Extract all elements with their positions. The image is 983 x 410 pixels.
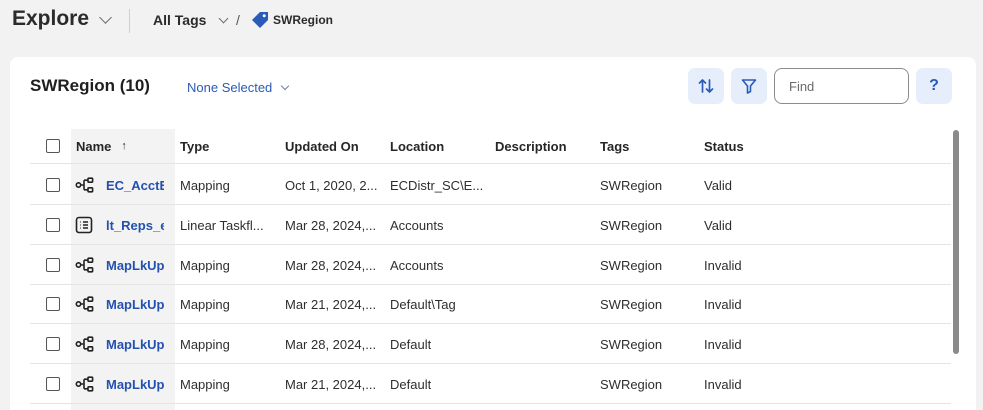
column-header-status[interactable]: Status	[704, 129, 744, 163]
row-checkbox[interactable]	[46, 218, 60, 232]
table-header: Name ↑ Type Updated On Location Descript…	[30, 129, 951, 164]
column-header-type[interactable]: Type	[180, 129, 209, 163]
mapping-icon	[75, 284, 95, 324]
row-checkbox[interactable]	[46, 258, 60, 272]
cell-type: Mapping	[180, 336, 230, 352]
cell-type: Mapping	[180, 296, 230, 312]
explore-menu[interactable]: Explore	[12, 7, 112, 31]
cell-tags: SWRegion	[600, 336, 663, 352]
cell-type: Mapping	[180, 177, 230, 193]
cell-updated: Oct 1, 2020, 2...	[285, 177, 378, 193]
cell-tags: SWRegion	[600, 257, 663, 273]
asset-name-link[interactable]: MapLkUp:	[106, 364, 164, 404]
column-header-updated[interactable]: Updated On	[285, 129, 359, 163]
column-header-name[interactable]: Name ↑	[76, 129, 127, 163]
table-row[interactable]: MapLkUp: Mapping Mar 28, 2024,... Accounts S…	[30, 245, 951, 285]
row-checkbox-cell	[46, 284, 60, 324]
filter-icon	[741, 79, 757, 94]
mapping-icon	[75, 364, 95, 404]
cell-location: Default	[390, 376, 432, 392]
cell-location: Accounts	[390, 217, 444, 233]
cell-type: Linear Taskfl...	[180, 217, 264, 233]
cell-status: Invalid	[704, 336, 742, 352]
cell-status: Valid	[704, 217, 732, 233]
help-icon: ?	[929, 77, 939, 94]
row-checkbox-cell	[46, 364, 60, 404]
breadcrumb-current-label: SWRegion	[273, 13, 333, 27]
sort-button[interactable]	[688, 68, 724, 104]
explore-title: Explore	[12, 7, 90, 30]
top-bar: Explore All Tags / SWRegion	[0, 0, 983, 44]
sort-icon	[698, 79, 714, 93]
cell-tags: SWRegion	[600, 376, 663, 392]
cell-updated: Mar 28, 2024,...	[285, 217, 377, 233]
cell-location: Default	[390, 336, 432, 352]
breadcrumb-all-tags-label: All Tags	[153, 12, 207, 28]
vertical-scrollbar[interactable]	[953, 130, 959, 354]
cell-tags: SWRegion	[600, 217, 663, 233]
select-all-checkbox[interactable]	[46, 139, 60, 153]
column-header-name-label: Name	[76, 138, 112, 154]
cell-type: Mapping	[180, 376, 230, 392]
taskflow-icon	[75, 205, 93, 245]
cell-status: Invalid	[704, 296, 742, 312]
table-row[interactable]: EC_AcctE: Mapping Oct 1, 2020, 2... ECDistr…	[30, 165, 951, 205]
mapping-icon	[75, 165, 95, 205]
asset-name-link[interactable]: MapLkUp:	[106, 324, 164, 364]
column-header-tags[interactable]: Tags	[600, 129, 629, 163]
row-checkbox[interactable]	[46, 178, 60, 192]
table-row[interactable]: lt_Reps_ea Linear Taskfl... Mar 28, 2024,.…	[30, 205, 951, 245]
selection-dropdown[interactable]: None Selected	[187, 80, 290, 95]
row-checkbox-cell	[46, 165, 60, 205]
table-row[interactable]: MapLkUp: Mapping Mar 28, 2024,... Default SW…	[30, 324, 951, 364]
tag-icon	[252, 12, 268, 28]
mapping-icon	[75, 324, 95, 364]
row-checkbox[interactable]	[46, 337, 60, 351]
cell-updated: Mar 28, 2024,...	[285, 257, 377, 273]
cell-updated: Mar 21, 2024,...	[285, 296, 377, 312]
row-checkbox[interactable]	[46, 377, 60, 391]
chevron-down-icon	[281, 81, 290, 91]
table-row[interactable]: MapLkUp: Mapping Mar 21, 2024,... Default\T…	[30, 284, 951, 324]
breadcrumb-separator: /	[236, 12, 240, 28]
cell-tags: SWRegion	[600, 296, 663, 312]
select-all-cell	[46, 129, 60, 163]
table-row[interactable]: MapLkUp: Mapping Mar 21, 2024,... Default SW…	[30, 364, 951, 404]
cell-updated: Mar 21, 2024,...	[285, 376, 377, 392]
find-input[interactable]	[774, 68, 909, 104]
breadcrumb-all-tags[interactable]: All Tags	[153, 12, 229, 28]
cell-updated: Mar 28, 2024,...	[285, 336, 377, 352]
selection-label: None Selected	[187, 80, 273, 95]
cell-status: Valid	[704, 177, 732, 193]
chevron-down-icon	[99, 10, 112, 24]
cell-tags: SWRegion	[600, 177, 663, 193]
column-header-description[interactable]: Description	[495, 129, 567, 163]
row-checkbox[interactable]	[46, 297, 60, 311]
cell-status: Invalid	[704, 257, 742, 273]
mapping-icon	[75, 245, 95, 285]
asset-name-link[interactable]: MapLkUp:	[106, 245, 164, 285]
row-checkbox-cell	[46, 205, 60, 245]
cell-status: Invalid	[704, 376, 742, 392]
asset-name-link[interactable]: MapLkUp:	[106, 284, 164, 324]
row-checkbox-cell	[46, 245, 60, 285]
panel-title: SWRegion (10)	[30, 76, 150, 95]
column-header-location[interactable]: Location	[390, 129, 444, 163]
help-button[interactable]: ?	[916, 68, 952, 104]
cell-type: Mapping	[180, 257, 230, 273]
chevron-down-icon	[218, 13, 229, 23]
cell-location: ECDistr_SC\E...	[390, 177, 484, 193]
breadcrumb-current: SWRegion	[250, 10, 333, 30]
sort-ascending-icon: ↑	[121, 140, 127, 152]
divider	[129, 9, 130, 33]
cell-location: Accounts	[390, 257, 444, 273]
cell-location: Default\Tag	[390, 296, 456, 312]
asset-name-link[interactable]: EC_AcctE:	[106, 165, 164, 205]
asset-name-link[interactable]: lt_Reps_ea	[106, 205, 164, 245]
filter-button[interactable]	[731, 68, 767, 104]
row-checkbox-cell	[46, 324, 60, 364]
